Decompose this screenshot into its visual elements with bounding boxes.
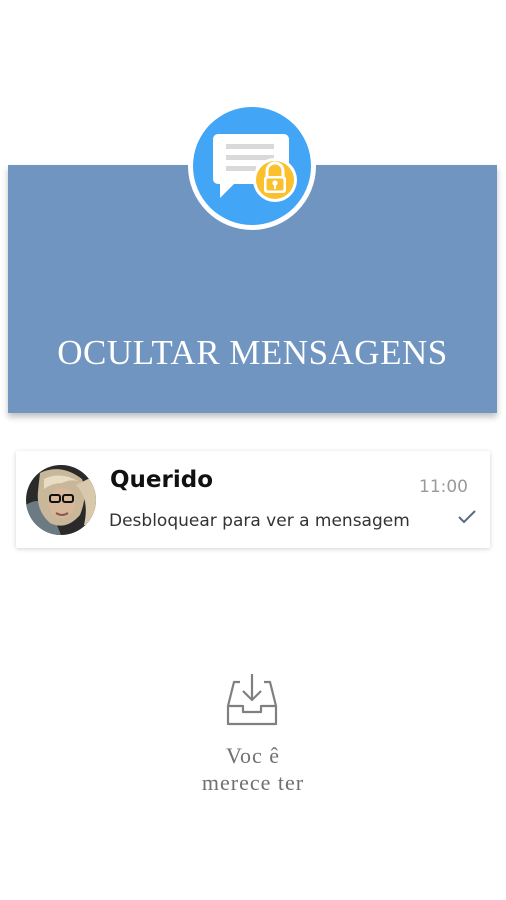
avatar xyxy=(26,465,96,535)
message-time: 11:00 xyxy=(419,477,468,497)
chat-lock-icon xyxy=(188,102,316,230)
message-list-item[interactable]: Querido 11:00 Desbloquear para ver a men… xyxy=(16,451,490,548)
contact-name: Querido xyxy=(110,467,214,493)
message-preview: Desbloquear para ver a mensagem xyxy=(109,511,410,531)
hero-title: OCULTAR MENSAGENS xyxy=(57,333,448,372)
empty-state-line-1: Voc ê xyxy=(225,743,281,768)
empty-state-line-2: merece ter xyxy=(201,770,305,795)
inbox-download-icon xyxy=(226,674,278,726)
empty-state-text: Voc ê merece ter xyxy=(0,742,506,796)
check-icon xyxy=(458,510,476,524)
